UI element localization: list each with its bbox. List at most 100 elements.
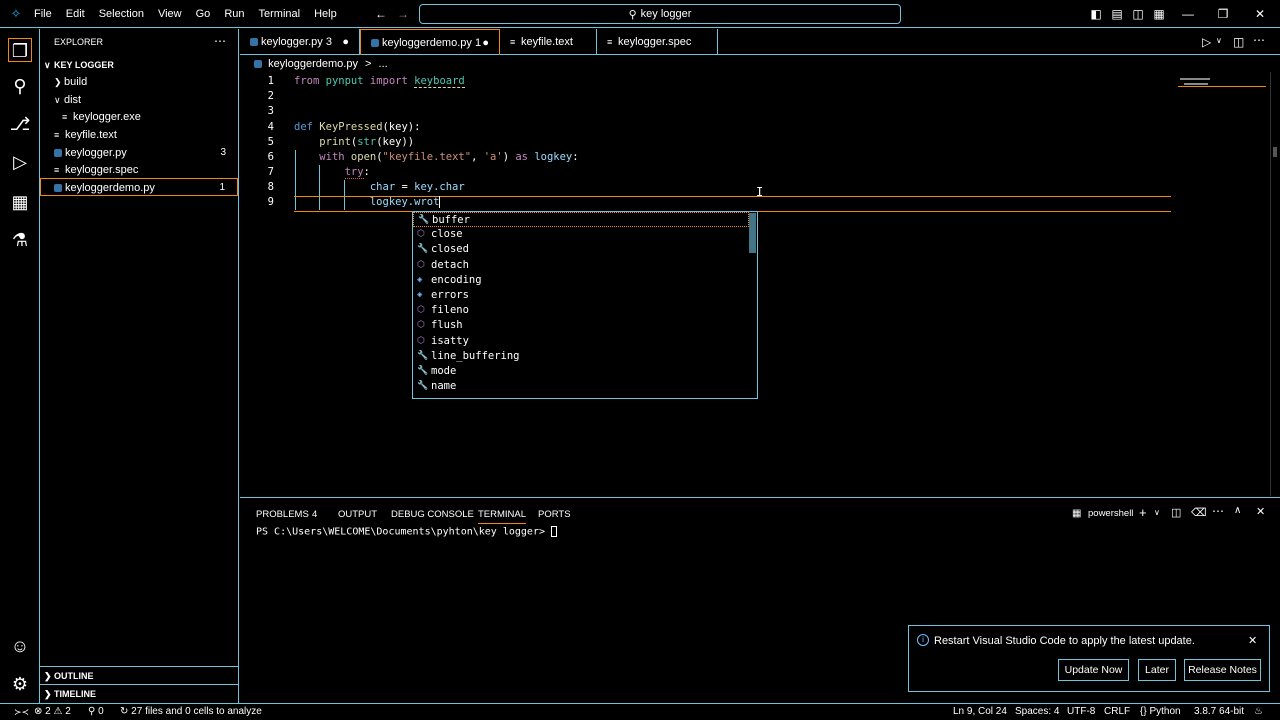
forward-arrow-icon[interactable]: → [395,6,411,22]
settings-gear-icon[interactable]: ⚙ [8,672,32,696]
tab-debug-console[interactable]: DEBUG CONSOLE [391,506,474,524]
restore-icon[interactable]: ❐ [1215,6,1231,22]
back-arrow-icon[interactable]: ← [373,6,389,22]
field-icon: ◈ [417,290,423,300]
language-mode[interactable]: {} Python [1140,704,1181,720]
outline-section[interactable]: ❯ OUTLINE [40,666,238,684]
tree-item-keyloggerdemo-py[interactable]: keyloggerdemo.py 1 [40,178,238,196]
ports-status[interactable]: ⚲ 0 [88,704,104,720]
explorer-icon[interactable]: ❐ [8,38,32,62]
suggestion-item[interactable]: ⬡ fileno [413,303,749,318]
minimize-icon[interactable]: — [1180,6,1196,22]
menu-terminal[interactable]: Terminal [252,0,308,28]
tab-terminal[interactable]: TERMINAL [478,506,527,524]
run-dropdown-icon[interactable]: ∨ [1216,36,1222,45]
menu-file[interactable]: File [27,0,59,28]
suggestion-item[interactable]: ◈ errors [413,288,749,303]
editor-more-actions-icon[interactable]: ⋯ [1253,33,1265,47]
indentation-status[interactable]: Spaces: 4 [1015,704,1059,720]
tree-item-build[interactable]: ❯ build [40,73,238,91]
menu-help[interactable]: Help [307,0,344,28]
release-notes-button[interactable]: Release Notes [1184,659,1261,681]
tree-item-keyfile-text[interactable]: ≡ keyfile.text [40,126,238,144]
string-literal: 'a' [483,151,503,163]
tab-ports[interactable]: PORTS [538,506,571,524]
tab-keyloggerdemo-py[interactable]: keyloggerdemo.py 1 ● [360,29,500,55]
suggestion-item[interactable]: 🔧 name [413,379,749,394]
suggestion-item[interactable]: 🔧 line_buffering [413,349,749,364]
toggle-secondary-sidebar-icon[interactable]: ◫ [1130,6,1146,22]
trash-icon[interactable]: ⌫ [1191,506,1207,519]
editor-scrollbar[interactable] [1270,72,1280,496]
terminal-dropdown-icon[interactable]: ∨ [1154,508,1160,517]
more-actions-icon[interactable]: ⋯ [214,34,226,48]
tree-item-keylogger-py[interactable]: keylogger.py 3 [40,144,238,162]
new-terminal-icon[interactable]: + [1139,505,1147,520]
suggestion-scrollbar[interactable] [749,213,756,253]
tab-problems[interactable]: PROBLEMS [256,506,309,524]
minimap[interactable] [1178,75,1266,91]
testing-icon[interactable]: ⚗ [8,228,32,252]
breadcrumb-file[interactable]: keyloggerdemo.py [268,58,358,70]
suggestion-item[interactable]: 🔧 mode [413,364,749,379]
suggestion-item[interactable]: ⬡ detach [413,258,749,273]
later-button[interactable]: Later [1138,659,1176,681]
timeline-section[interactable]: ❯ TIMELINE [40,684,238,702]
account-icon[interactable]: ☺ [8,634,32,658]
workspace-root[interactable]: ∨ KEY LOGGER [40,56,238,74]
remote-icon[interactable]: ≻≺ [14,704,29,720]
tab-keylogger-py[interactable]: keylogger.py 3 ● [240,29,360,55]
code-line-9: logkey.wrot [294,195,441,210]
close-panel-icon[interactable]: ✕ [1256,505,1265,518]
source-control-icon[interactable]: ⎇ [8,112,32,136]
eol-status[interactable]: CRLF [1104,704,1130,720]
suggestion-item[interactable]: ⬡ isatty [413,334,749,349]
breadcrumb-rest[interactable]: ... [379,58,388,70]
panel-more-actions-icon[interactable]: ⋯ [1212,504,1224,518]
split-editor-icon[interactable]: ◫ [1233,35,1244,49]
extensions-icon[interactable]: ▦ [8,190,32,214]
menu-go[interactable]: Go [189,0,218,28]
terminal-shell-label[interactable]: powershell [1088,508,1133,519]
close-window-icon[interactable]: ✕ [1252,6,1268,22]
search-view-icon[interactable]: ⚲ [8,74,32,98]
encoding-status[interactable]: UTF-8 [1067,704,1095,720]
split-terminal-icon[interactable]: ◫ [1171,506,1181,519]
modified-dot-icon[interactable]: ● [482,30,489,56]
problems-status[interactable]: ⊗ 2 ⚠ 2 [34,704,71,720]
cursor-position[interactable]: Ln 9, Col 24 [953,704,1007,720]
suggestion-item[interactable]: ◈ encoding [413,273,749,288]
tree-item-keylogger-exe[interactable]: ≡ keylogger.exe [40,108,238,126]
suggestion-item[interactable]: ⬡ flush [413,318,749,333]
notifications-bell-icon[interactable]: ♨ [1254,704,1263,720]
run-python-file-icon[interactable]: ▷ [1202,35,1211,49]
tree-item-dist[interactable]: ∨ dist [40,91,238,109]
tab-keyfile-text[interactable]: ≡ keyfile.text [500,29,597,55]
ports-icon: ⚲ [88,706,96,717]
maximize-panel-icon[interactable]: ∧ [1234,505,1241,516]
suggestion-item[interactable]: 🔧 closed [413,242,749,257]
analysis-status[interactable]: ↻ 27 files and 0 cells to analyze [120,704,262,720]
tree-item-keylogger-spec[interactable]: ≡ keylogger.spec [40,161,238,179]
toggle-sidebar-icon[interactable]: ◧ [1088,6,1104,22]
text-cursor [439,196,441,208]
close-notification-icon[interactable]: ✕ [1248,634,1257,647]
menu-edit[interactable]: Edit [59,0,92,28]
terminal-output[interactable]: PS C:\Users\WELCOME\Documents\pyhton\key… [256,526,558,538]
tab-keylogger-spec[interactable]: ≡ keylogger.spec [597,29,718,55]
command-center-search[interactable]: ⚲ key logger [419,4,901,24]
menu-selection[interactable]: Selection [92,0,151,28]
menu-view[interactable]: View [151,0,189,28]
customize-layout-icon[interactable]: ▦ [1151,6,1167,22]
suggestion-item[interactable]: 🔧 buffer [413,212,749,227]
line-number: 9 [267,196,274,208]
interpreter-status[interactable]: 3.8.7 64-bit [1194,704,1244,720]
suggestion-item[interactable]: ⬡ close [413,227,749,242]
update-now-button[interactable]: Update Now [1058,659,1129,681]
run-debug-icon[interactable]: ▷ [8,150,32,174]
modified-dot-icon[interactable]: ● [342,29,349,55]
toggle-panel-icon[interactable]: ▤ [1109,6,1125,22]
property-icon: 🔧 [417,351,429,361]
menu-run[interactable]: Run [217,0,251,28]
tab-output[interactable]: OUTPUT [338,506,377,524]
